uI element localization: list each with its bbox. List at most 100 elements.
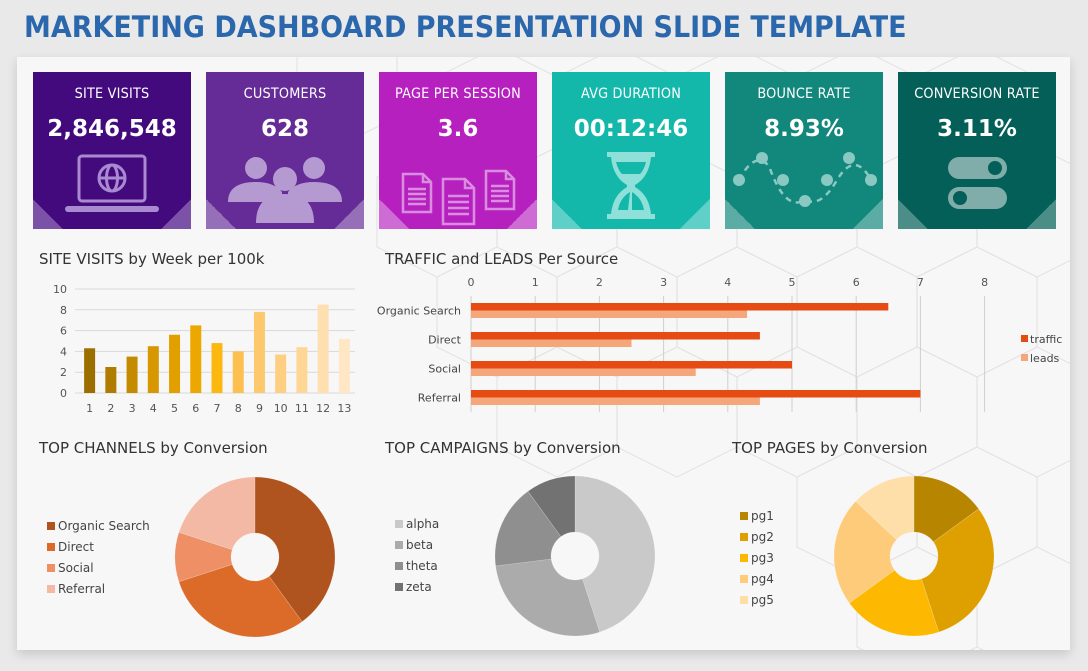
corner-decoration	[680, 199, 710, 229]
legend-label: Social	[58, 560, 94, 575]
legend-swatch	[47, 521, 55, 530]
bar	[147, 346, 159, 393]
legend-label: Direct	[58, 539, 94, 554]
bar-leads	[471, 397, 760, 405]
bar	[211, 343, 223, 393]
legend-item: zeta	[395, 576, 439, 597]
kpi-label: CONVERSION RATE	[914, 86, 1040, 102]
legend-label: pg5	[751, 592, 774, 607]
top-channels-chart-title: TOP CHANNELS by Conversion	[39, 439, 268, 457]
kpi-card-avg-duration: AVG DURATION 00:12:46	[552, 72, 710, 229]
x-tick-label: 12	[316, 402, 330, 415]
legend-label: beta	[406, 537, 434, 552]
kpi-card-page-per-session: PAGE PER SESSION 3.6	[379, 72, 537, 229]
top-campaigns-chart-title: TOP CAMPAIGNS by Conversion	[385, 439, 621, 457]
traffic-leads-bar-chart: 0 1 2 3 4 5 6 7 8 Organic Search Direct Social Refer…	[377, 276, 1062, 412]
y-tick-label: 8	[60, 304, 67, 317]
kpi-value: 8.93%	[764, 116, 844, 142]
x-tick-label: 3	[129, 402, 136, 415]
corner-decoration	[853, 199, 883, 229]
top-pages-chart-title: TOP PAGES by Conversion	[732, 439, 928, 457]
legend-label: theta	[406, 558, 438, 573]
category-label: Social	[428, 363, 461, 376]
legend-swatch	[740, 511, 748, 520]
kpi-card-customers: CUSTOMERS 628	[206, 72, 364, 229]
legend-swatch	[740, 553, 748, 562]
legend-swatch	[47, 584, 55, 593]
kpi-label: BOUNCE RATE	[757, 86, 851, 102]
top-channels-donut-chart	[174, 476, 336, 638]
legend-swatch	[395, 582, 403, 591]
bar-traffic	[471, 390, 921, 398]
bar-traffic	[471, 332, 760, 340]
legend-label: pg3	[751, 550, 774, 565]
kpi-label: CUSTOMERS	[243, 86, 327, 102]
legend-label: leads	[1030, 352, 1060, 365]
y-tick-label: 0	[60, 387, 67, 400]
kpi-card-bounce-rate: BOUNCE RATE 8.93%	[725, 72, 883, 229]
dashboard-panel: SITE VISITS 2,846,548 CUSTOMERS 628 PAGE…	[17, 57, 1070, 650]
x-tick-label: 5	[789, 276, 796, 289]
x-tick-label: 10	[274, 402, 288, 415]
corner-decoration	[725, 199, 755, 229]
site-visits-bar-chart: 02468101 2 3 4 5 6 7 8 9 10 11 12 13	[53, 283, 355, 415]
legend-label: alpha	[406, 516, 440, 531]
pie-slice	[495, 558, 601, 637]
bar-leads	[471, 310, 748, 318]
x-tick-label: 2	[596, 276, 603, 289]
bar-leads	[471, 368, 696, 376]
y-tick-label: 2	[60, 366, 67, 379]
kpi-value: 2,846,548	[47, 116, 177, 142]
kpi-value: 00:12:46	[573, 116, 689, 142]
legend-swatch	[47, 542, 55, 551]
x-tick-label: 4	[724, 276, 731, 289]
legend-swatch	[740, 574, 748, 583]
legend-label: zeta	[406, 579, 432, 594]
y-tick-label: 4	[60, 345, 67, 358]
bar	[190, 325, 202, 393]
legend-item: pg1	[740, 505, 774, 526]
x-tick-label: 1	[532, 276, 539, 289]
legend-swatch	[1021, 335, 1028, 342]
x-tick-label: 11	[295, 402, 309, 415]
x-tick-label: 3	[660, 276, 667, 289]
legend-item: pg5	[740, 589, 774, 610]
x-tick-label: 2	[107, 402, 114, 415]
legend-label: pg1	[751, 508, 774, 523]
bar	[169, 334, 181, 393]
legend-swatch	[47, 563, 55, 572]
bar	[275, 354, 287, 393]
legend-item: beta	[395, 534, 439, 555]
legend-label: traffic	[1030, 333, 1062, 346]
x-tick-label: 13	[337, 402, 351, 415]
legend-swatch	[395, 540, 403, 549]
corner-decoration	[1026, 199, 1056, 229]
page-title: MARKETING DASHBOARD PRESENTATION SLIDE T…	[24, 10, 907, 44]
corner-decoration	[161, 199, 191, 229]
top-campaigns-donut-chart	[494, 475, 656, 637]
legend-item: theta	[395, 555, 439, 576]
bar	[232, 351, 244, 393]
kpi-value: 628	[260, 116, 309, 142]
top-pages-donut-chart	[833, 475, 995, 637]
bar	[126, 356, 138, 393]
y-tick-label: 10	[53, 283, 67, 296]
bar	[84, 348, 96, 393]
site-visits-chart-title: SITE VISITS by Week per 100k	[39, 250, 265, 268]
x-tick-label: 1	[86, 402, 93, 415]
legend-swatch	[395, 519, 403, 528]
top-channels-legend: Organic Search Direct Social Referral	[47, 515, 150, 599]
x-tick-label: 8	[981, 276, 988, 289]
legend-item: pg4	[740, 568, 774, 589]
legend-label: pg4	[751, 571, 774, 586]
bar	[338, 338, 350, 393]
top-campaigns-legend: alpha beta theta zeta	[395, 513, 439, 597]
corner-decoration	[507, 199, 537, 229]
legend-item: pg3	[740, 547, 774, 568]
kpi-card-site-visits: SITE VISITS 2,846,548	[33, 72, 191, 229]
legend-swatch	[1021, 354, 1028, 361]
x-tick-label: 7	[214, 402, 221, 415]
y-tick-label: 6	[60, 325, 67, 338]
legend-item: Organic Search	[47, 515, 150, 536]
x-tick-label: 6	[853, 276, 860, 289]
